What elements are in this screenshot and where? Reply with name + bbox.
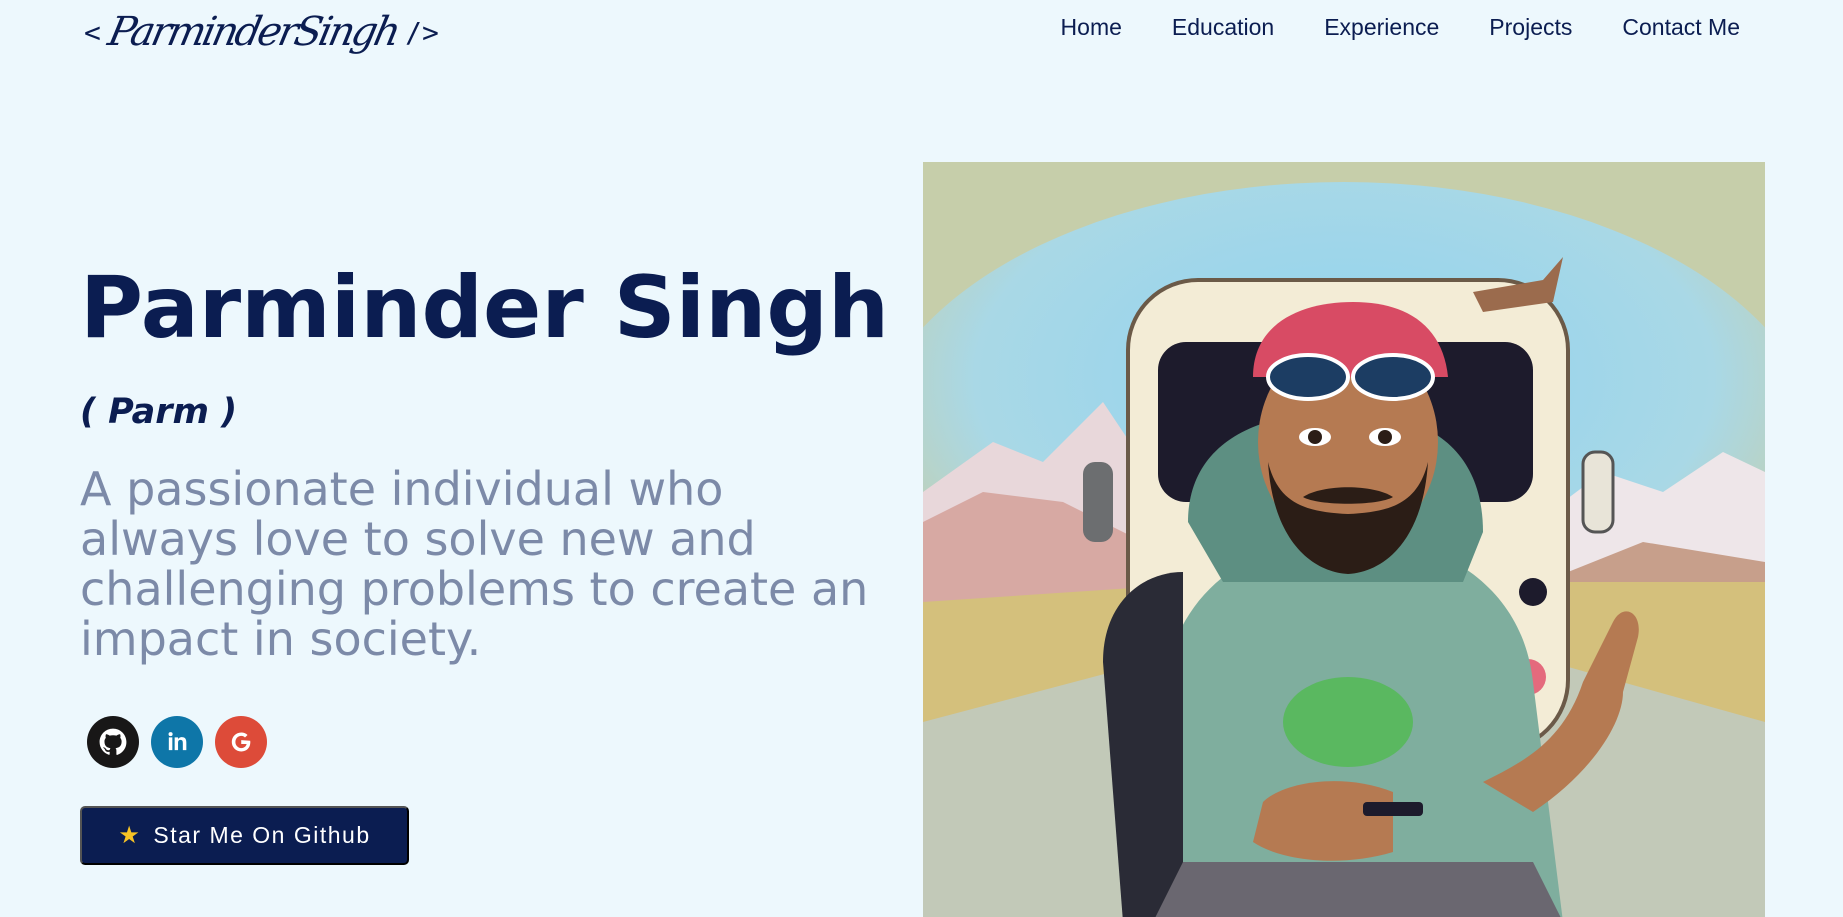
- star-github-label: Star Me On Github: [153, 822, 371, 848]
- hero-tagline: A passionate individual who always love …: [80, 462, 869, 666]
- google-link[interactable]: [215, 716, 267, 768]
- github-link[interactable]: [87, 716, 139, 768]
- nav-projects[interactable]: Projects: [1489, 14, 1572, 41]
- linkedin-link[interactable]: [151, 716, 203, 768]
- linkedin-icon: [168, 732, 187, 751]
- hero-nickname: ( Parm ): [80, 392, 238, 432]
- hero-illustration: [923, 162, 1765, 917]
- logo-signature: ParminderSingh: [103, 9, 403, 55]
- logo-close-bracket: />: [405, 15, 439, 49]
- site-logo[interactable]: < ParminderSingh />: [84, 2, 439, 62]
- star-icon: ★: [118, 822, 142, 849]
- nav-contact[interactable]: Contact Me: [1622, 14, 1740, 41]
- github-icon: [99, 728, 127, 755]
- main-nav: Home Education Experience Projects Conta…: [1061, 8, 1740, 46]
- hero-title: Parminder Singh: [80, 258, 890, 358]
- nav-home[interactable]: Home: [1061, 14, 1122, 41]
- logo-open-bracket: <: [84, 15, 101, 49]
- google-icon: [231, 732, 251, 752]
- traveler-illustration: [923, 162, 1765, 917]
- star-github-button[interactable]: ★ Star Me On Github: [80, 806, 409, 865]
- social-links: [87, 716, 267, 768]
- nav-education[interactable]: Education: [1172, 14, 1274, 41]
- nav-experience[interactable]: Experience: [1324, 14, 1439, 41]
